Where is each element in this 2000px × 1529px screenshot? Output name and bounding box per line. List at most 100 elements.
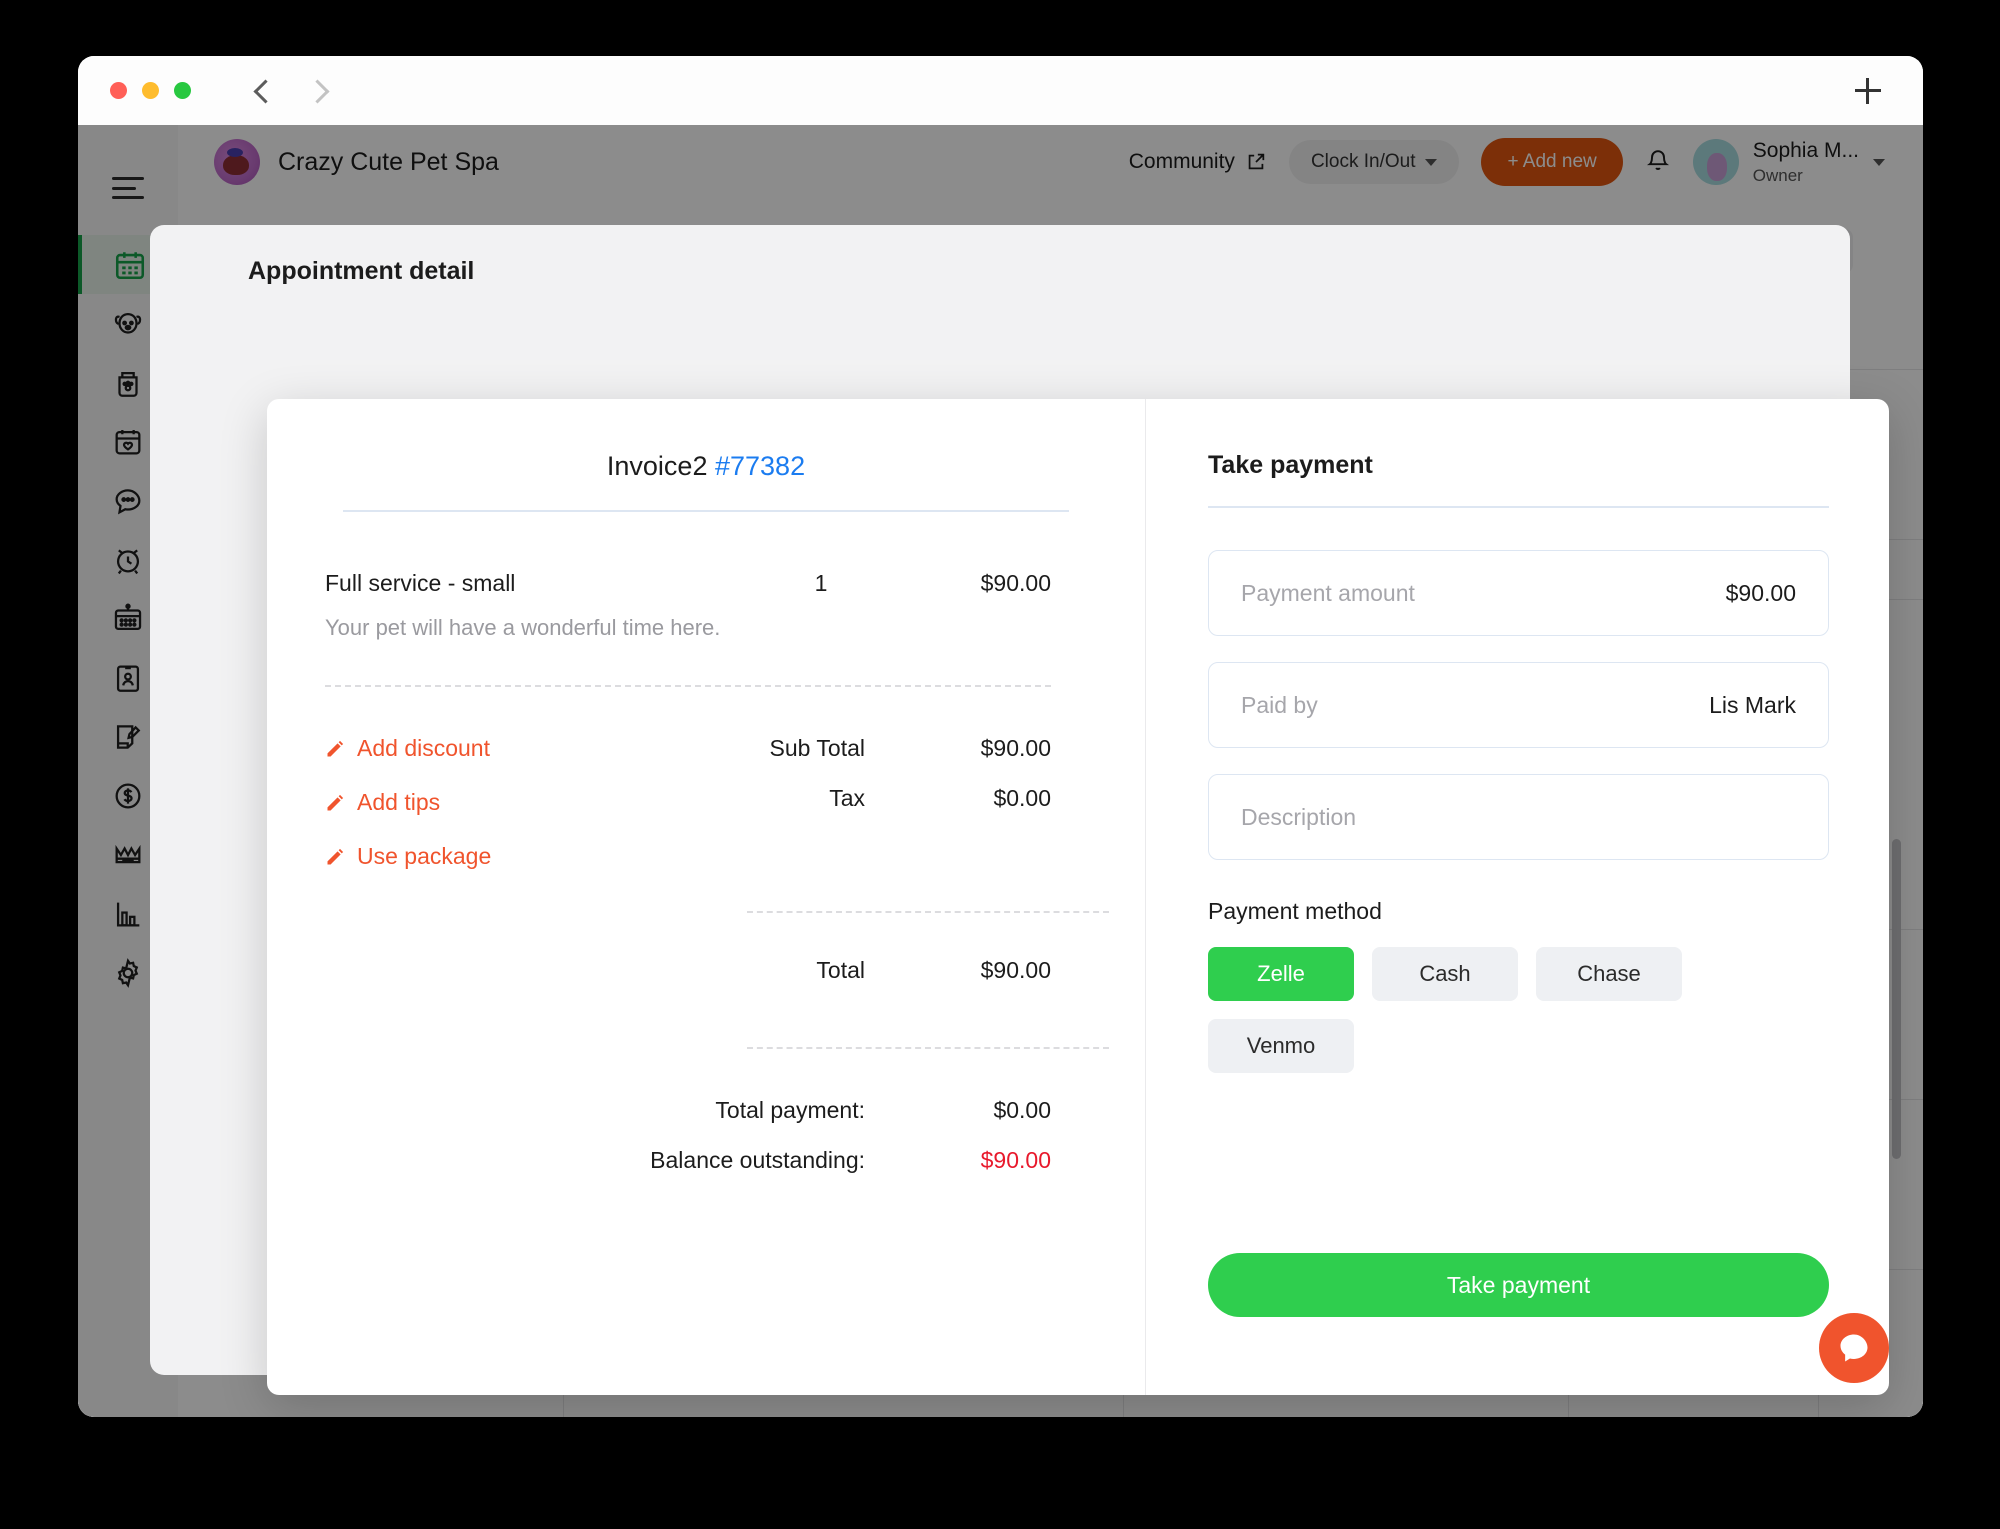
intercom-chat-button[interactable] — [1819, 1313, 1889, 1383]
subtotal-value: $90.00 — [980, 735, 1051, 761]
bell-glyph — [1646, 150, 1669, 170]
payment-method-options: Zelle Cash Chase Venmo — [1208, 947, 1829, 1073]
tax-value: $0.00 — [993, 785, 1051, 811]
add-new-button[interactable]: + Add new — [1481, 138, 1623, 186]
hamburger-menu-icon[interactable] — [112, 177, 144, 199]
clock-in-out-label: Clock In/Out — [1310, 151, 1416, 172]
total-value: $90.00 — [980, 957, 1051, 983]
use-package-link[interactable]: Use package — [325, 843, 655, 870]
navigation-arrows — [253, 81, 327, 101]
line-item-row: Full service - small 1 $90.00 — [325, 570, 1051, 597]
invoice-number: #77382 — [714, 451, 806, 481]
pet-food-bag-icon — [118, 371, 138, 397]
calendar-grid-icon — [114, 603, 142, 630]
balance-outstanding-value: $90.00 — [980, 1147, 1051, 1173]
maximize-window-button[interactable] — [174, 82, 191, 99]
top-bar-actions: Community Clock In/Out + Add new Sophia … — [1129, 138, 1885, 186]
description-placeholder: Description — [1241, 803, 1357, 830]
divider — [325, 685, 1051, 687]
chevron-down-icon — [1425, 158, 1438, 166]
add-tips-link[interactable]: Add tips — [325, 789, 655, 816]
payment-method-chase[interactable]: Chase — [1536, 947, 1682, 1001]
app-top-bar: Crazy Cute Pet Spa Community Clock In/Ou… — [178, 125, 1923, 199]
divider — [747, 911, 1109, 913]
notification-bell-icon[interactable] — [1645, 147, 1671, 177]
description-field[interactable]: Description — [1208, 774, 1829, 860]
user-name: Sophia M... — [1752, 139, 1859, 163]
dog-face-icon — [114, 312, 142, 334]
paid-by-field[interactable]: Paid by Lis Mark — [1208, 662, 1829, 748]
add-discount-label: Add discount — [357, 735, 490, 761]
tax-label: Tax — [829, 785, 865, 811]
avatar — [1692, 139, 1739, 185]
scrollbar[interactable] — [1892, 839, 1901, 1159]
close-icon[interactable] — [1803, 453, 1829, 479]
pencil-icon — [327, 848, 344, 864]
back-button[interactable] — [253, 81, 273, 101]
app-area: Crazy Cute Pet Spa Community Clock In/Ou… — [78, 125, 1923, 1417]
payment-method-label: Payment method — [1208, 898, 1382, 924]
user-menu[interactable]: Sophia M... Owner — [1692, 138, 1885, 186]
take-payment-header: Take payment — [1208, 451, 1829, 480]
alarm-clock-icon — [116, 548, 140, 574]
add-discount-link[interactable]: Add discount — [325, 735, 655, 762]
close-window-button[interactable] — [110, 82, 127, 99]
external-link-icon — [1248, 153, 1265, 170]
tax-row: Tax $0.00 — [655, 785, 1051, 812]
pencil-icon — [327, 794, 344, 810]
chevron-down-icon — [1873, 158, 1885, 166]
user-role: Owner — [1752, 165, 1803, 185]
invoice-payment-dialog: Invoice2 #77382 Full service - small 1 $… — [267, 399, 1889, 1395]
take-payment-title: Take payment — [1208, 451, 1373, 479]
divider — [747, 1047, 1109, 1049]
id-card-icon — [116, 665, 140, 692]
bar-chart-icon — [116, 902, 140, 926]
payment-amount-field[interactable]: Payment amount $90.00 — [1208, 550, 1829, 636]
invoice-line-items: Full service - small 1 $90.00 Your pet w… — [325, 570, 1051, 641]
dollar-circle-icon — [115, 783, 141, 808]
payment-method-cash[interactable]: Cash — [1372, 947, 1518, 1001]
close-icon[interactable] — [1756, 255, 1788, 287]
take-payment-submit-button[interactable]: Take payment — [1208, 1253, 1829, 1317]
total-payment-label: Total payment: — [715, 1097, 865, 1123]
invoice-title: Invoice2 — [606, 451, 708, 481]
payment-method-zelle[interactable]: Zelle — [1208, 947, 1354, 1001]
line-item-description: Your pet will have a wonderful time here… — [325, 615, 721, 640]
invoice-heading: Invoice2 #77382 — [267, 451, 1145, 482]
page-title: Appointment detail — [248, 257, 475, 285]
add-tips-label: Add tips — [357, 789, 441, 815]
browser-window: Crazy Cute Pet Spa Community Clock In/Ou… — [78, 56, 1923, 1417]
line-item-qty: 1 — [814, 570, 828, 596]
invoice-panel: Invoice2 #77382 Full service - small 1 $… — [267, 399, 1146, 1395]
brand-logo-icon — [214, 139, 260, 185]
invoice-action-links: Add discount Add tips Use package — [325, 735, 655, 897]
total-label: Total — [816, 957, 865, 983]
line-item-name: Full service - small — [325, 570, 516, 596]
pencil-icon — [327, 740, 344, 756]
note-pencil-icon — [116, 724, 141, 749]
take-payment-panel: Take payment Payment amount $90.00 Paid … — [1146, 399, 1889, 1395]
brand-name: Crazy Cute Pet Spa — [278, 147, 499, 176]
payment-method-venmo[interactable]: Venmo — [1208, 1019, 1354, 1073]
line-item-price: $90.00 — [980, 570, 1051, 596]
calendar-icon — [115, 251, 145, 279]
payment-amount-value: $90.00 — [1725, 579, 1796, 606]
forward-button[interactable] — [307, 81, 327, 101]
total-payment-value: $0.00 — [993, 1097, 1051, 1123]
paid-by-value: Lis Mark — [1709, 691, 1796, 718]
community-link[interactable]: Community — [1129, 150, 1267, 174]
use-package-label: Use package — [357, 843, 492, 869]
divider — [1208, 506, 1829, 508]
chat-bubble-icon — [115, 488, 141, 514]
subtotal-row: Sub Total $90.00 — [655, 735, 1051, 762]
divider — [343, 510, 1069, 512]
invoice-payment-summary: Total payment: $0.00 Balance outstanding… — [325, 1097, 1051, 1174]
grand-total-row: Total $90.00 — [325, 957, 1051, 1007]
paid-by-placeholder: Paid by — [1241, 691, 1318, 718]
invoice-actions-and-totals: Add discount Add tips Use package Sub To… — [325, 735, 1051, 897]
balance-outstanding-label: Balance outstanding: — [650, 1147, 865, 1173]
new-tab-button[interactable] — [1855, 77, 1881, 104]
clock-in-out-dropdown[interactable]: Clock In/Out — [1288, 140, 1460, 184]
minimize-window-button[interactable] — [142, 82, 159, 99]
browser-chrome-bar — [78, 56, 1923, 125]
